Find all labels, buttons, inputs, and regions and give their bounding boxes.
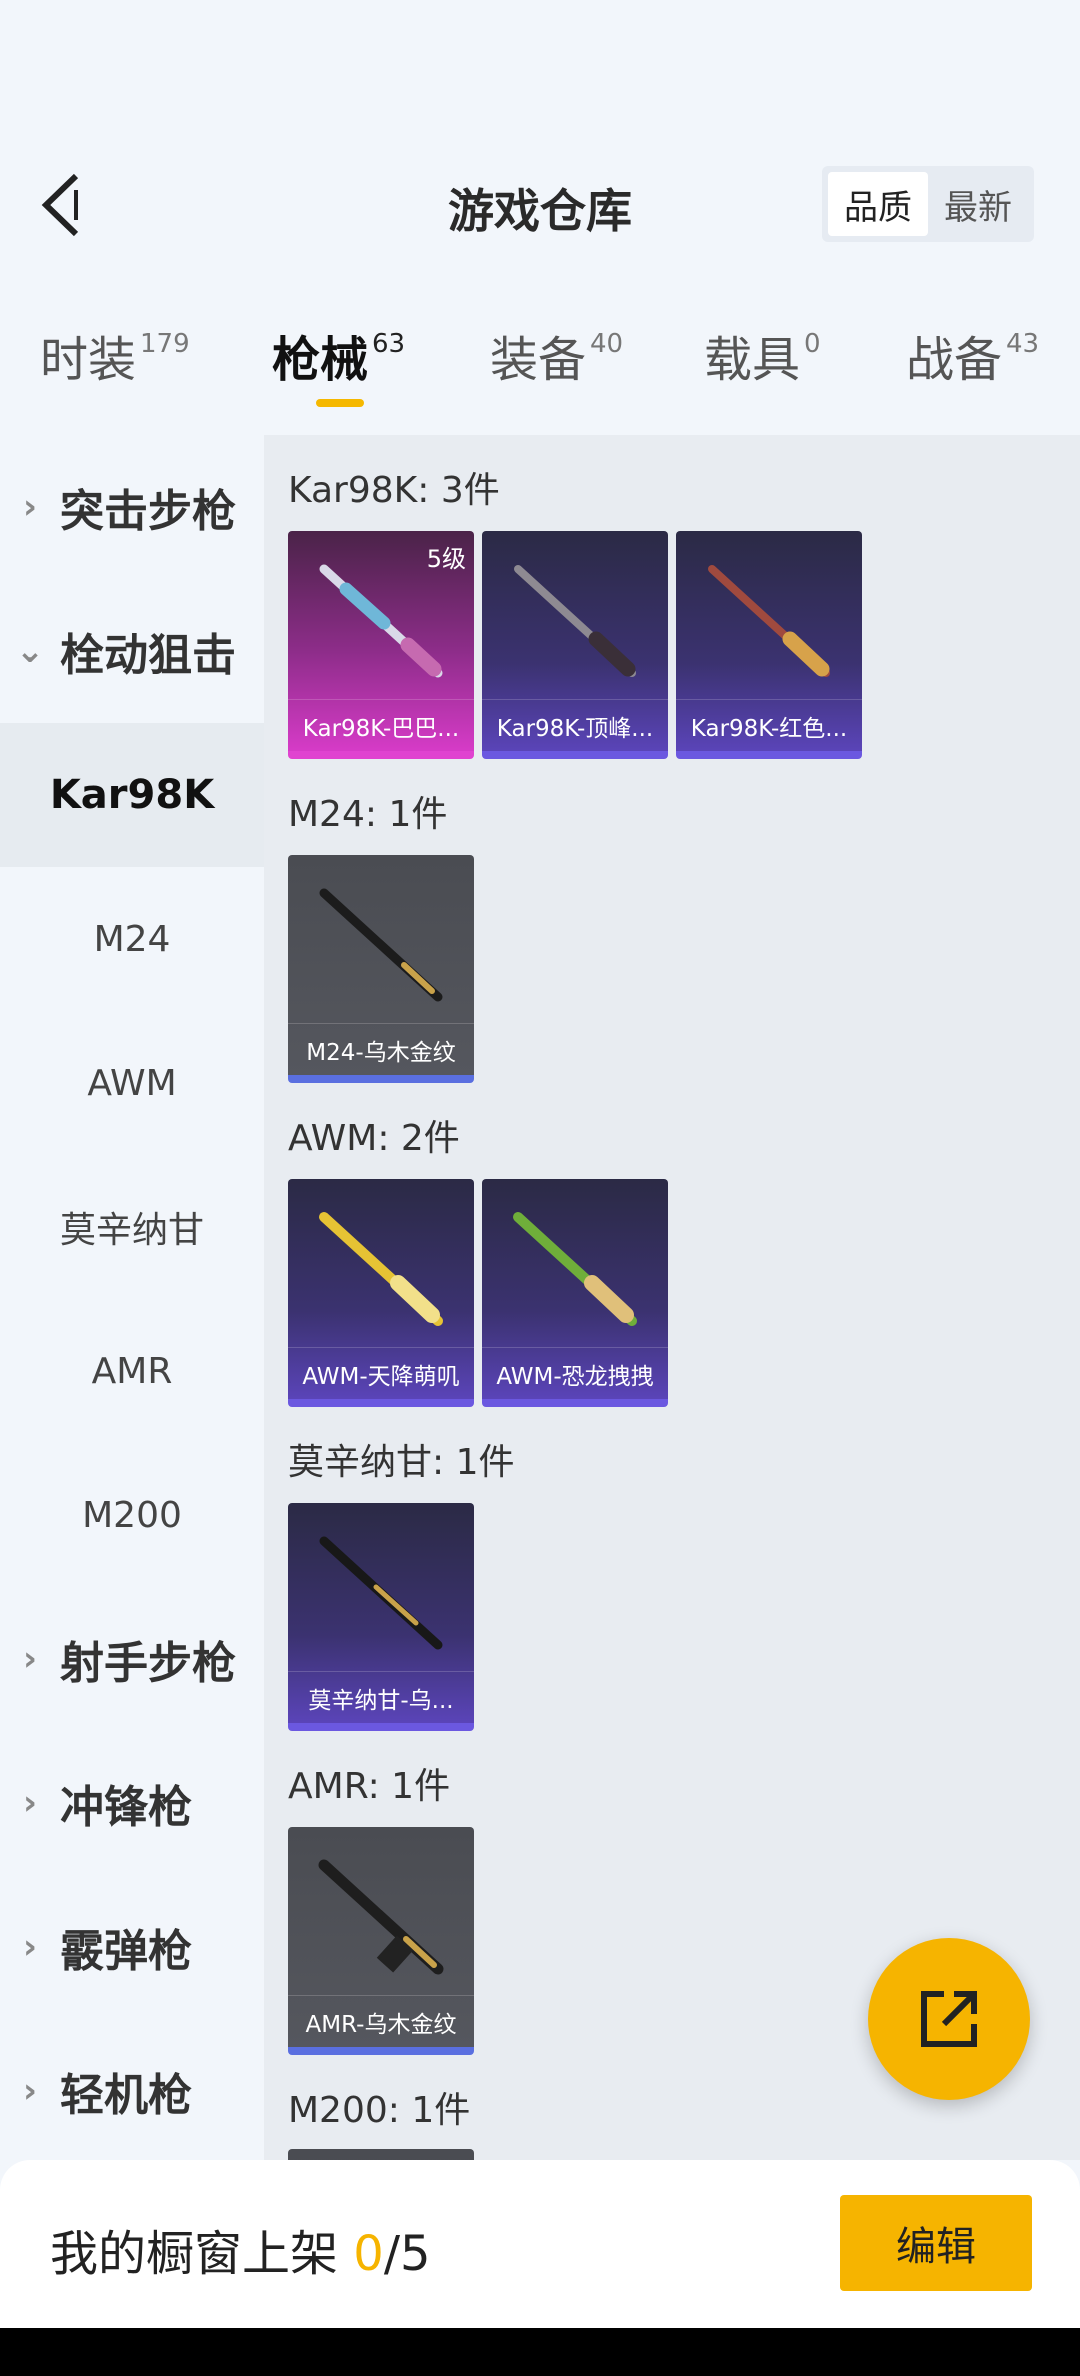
chevron-down-icon: ⌄: [15, 631, 45, 671]
chevron-right-icon: ›: [22, 487, 37, 527]
sidebar-item-label: AWM: [87, 1062, 177, 1104]
tab-count: 179: [140, 329, 190, 359]
tab-weapons[interactable]: 枪械 63: [272, 320, 405, 390]
sidebar-item-amr[interactable]: AMR: [0, 1299, 264, 1443]
item-name: AWM-恐龙拽拽: [482, 1347, 668, 1399]
sniper-rifle-icon: [319, 1212, 443, 1326]
system-navigation-bar: [0, 2328, 1080, 2376]
showcase-current: 0: [353, 2226, 384, 2282]
group-title-awm: AWM: 2件: [288, 1118, 460, 1159]
tab-label: 战备: [906, 332, 1003, 388]
tab-supplies[interactable]: 战备 43: [906, 320, 1039, 390]
tab-count: 0: [804, 329, 821, 359]
item-name: 莫辛纳甘-乌...: [288, 1671, 474, 1723]
chevron-right-icon: ›: [22, 1927, 37, 1967]
sidebar-item-label: 轻机枪: [60, 2070, 192, 2121]
weapon-card[interactable]: M24-乌木金纹: [288, 855, 474, 1083]
weapon-card[interactable]: Kar98K-红色...: [676, 531, 862, 759]
sort-toggle: 品质 最新: [822, 166, 1034, 242]
group-title-kar98k: Kar98K: 3件: [288, 470, 500, 511]
sidebar-item-mosin[interactable]: 莫辛纳甘: [0, 1155, 264, 1299]
weapon-card[interactable]: 5级 Kar98K-巴巴...: [288, 531, 474, 759]
item-name: Kar98K-顶峰...: [482, 699, 668, 751]
weapon-card[interactable]: AMR-乌木金纹: [288, 1827, 474, 2055]
tab-label: 时装: [40, 332, 137, 388]
weapon-card[interactable]: 莫辛纳甘-乌...: [288, 1503, 474, 1731]
sniper-rifle-icon: [318, 1859, 444, 1975]
header: 游戏仓库 品质 最新: [0, 0, 1080, 290]
item-name: AMR-乌木金纹: [288, 1995, 474, 2047]
showcase-total: /5: [383, 2226, 431, 2282]
weapon-type-sidebar: › 突击步枪 ⌄ 栓动狙击 Kar98K M24 AWM 莫辛纳甘 AMR M2…: [0, 435, 264, 2160]
sidebar-item-label: 莫辛纳甘: [59, 1210, 204, 1251]
sidebar-item-bolt-snipers[interactable]: ⌄ 栓动狙击: [0, 579, 264, 723]
group-title-amr: AMR: 1件: [288, 1766, 451, 1807]
group-title-mosin: 莫辛纳甘: 1件: [288, 1442, 515, 1483]
share-external-icon: [921, 1991, 977, 2047]
item-name: Kar98K-巴巴...: [288, 699, 474, 751]
weapon-card[interactable]: AWM-天降萌叽: [288, 1179, 474, 1407]
sidebar-item-label: 霰弹枪: [60, 1926, 192, 1977]
sidebar-item-shotguns[interactable]: › 霰弹枪: [0, 1875, 264, 2019]
sidebar-item-label: Kar98K: [49, 772, 215, 818]
chevron-right-icon: ›: [22, 1639, 37, 1679]
sort-option-newest[interactable]: 最新: [928, 172, 1028, 236]
item-name: Kar98K-红色...: [676, 699, 862, 751]
sniper-rifle-icon: [514, 565, 636, 677]
sidebar-item-m200[interactable]: M200: [0, 1443, 264, 1587]
active-tab-indicator: [316, 399, 364, 407]
sidebar-item-awm[interactable]: AWM: [0, 1011, 264, 1155]
showcase-bar: 我的橱窗上架 0/5 编辑: [0, 2160, 1080, 2328]
weapon-grid: Kar98K: 3件 5级 Kar98K-巴巴... Kar98K-顶峰... …: [264, 435, 1080, 2160]
category-tabs: 时装 179 枪械 63 装备 40 载具 0 战备 43: [0, 320, 1080, 420]
sidebar-item-label: M200: [82, 1494, 182, 1536]
weapon-card-partial[interactable]: [288, 2149, 474, 2160]
tab-count: 63: [372, 329, 406, 359]
edit-button[interactable]: 编辑: [840, 2195, 1032, 2291]
tab-vehicles[interactable]: 载具 0: [704, 320, 821, 390]
sidebar-item-label: 突击步枪: [60, 486, 236, 537]
sidebar-item-smgs[interactable]: › 冲锋枪: [0, 1731, 264, 1875]
item-level-badge: 5级: [426, 545, 466, 573]
tab-label: 枪械: [272, 332, 369, 388]
sniper-rifle-icon: [319, 888, 443, 1002]
weapon-card[interactable]: Kar98K-顶峰...: [482, 531, 668, 759]
tab-equipment[interactable]: 装备 40: [490, 320, 623, 390]
group-title-m200: M200: 1件: [288, 2090, 471, 2131]
sniper-rifle-icon: [319, 1536, 443, 1650]
tab-outfits[interactable]: 时装 179: [40, 320, 190, 390]
item-name: M24-乌木金纹: [288, 1023, 474, 1075]
sort-option-quality[interactable]: 品质: [828, 172, 928, 236]
group-title-m24: M24: 1件: [288, 794, 448, 835]
tab-label: 装备: [490, 332, 587, 388]
sidebar-item-label: AMR: [91, 1350, 173, 1392]
showcase-label: 我的橱窗上架: [50, 2226, 339, 2282]
chevron-right-icon: ›: [22, 2071, 37, 2111]
sidebar-item-marksman-rifles[interactable]: › 射手步枪: [0, 1587, 264, 1731]
sniper-rifle-icon: [708, 565, 830, 677]
tab-count: 43: [1006, 329, 1040, 359]
sidebar-item-label: M24: [93, 918, 171, 960]
sidebar-item-m24[interactable]: M24: [0, 867, 264, 1011]
chevron-right-icon: ›: [22, 1783, 37, 1823]
sniper-rifle-icon: [513, 1212, 637, 1326]
sidebar-item-kar98k[interactable]: Kar98K: [0, 723, 264, 867]
showcase-status: 我的橱窗上架 0/5: [50, 2214, 431, 2284]
sidebar-item-label: 栓动狙击: [60, 630, 236, 681]
weapon-card[interactable]: AWM-恐龙拽拽: [482, 1179, 668, 1407]
share-button[interactable]: [868, 1938, 1030, 2100]
sidebar-item-label: 射手步枪: [60, 1638, 236, 1689]
tab-label: 载具: [704, 332, 801, 388]
sidebar-item-assault-rifles[interactable]: › 突击步枪: [0, 435, 264, 579]
sidebar-item-label: 冲锋枪: [60, 1782, 192, 1833]
item-name: AWM-天降萌叽: [288, 1347, 474, 1399]
sidebar-item-lmgs[interactable]: › 轻机枪: [0, 2019, 264, 2163]
tab-count: 40: [590, 329, 624, 359]
